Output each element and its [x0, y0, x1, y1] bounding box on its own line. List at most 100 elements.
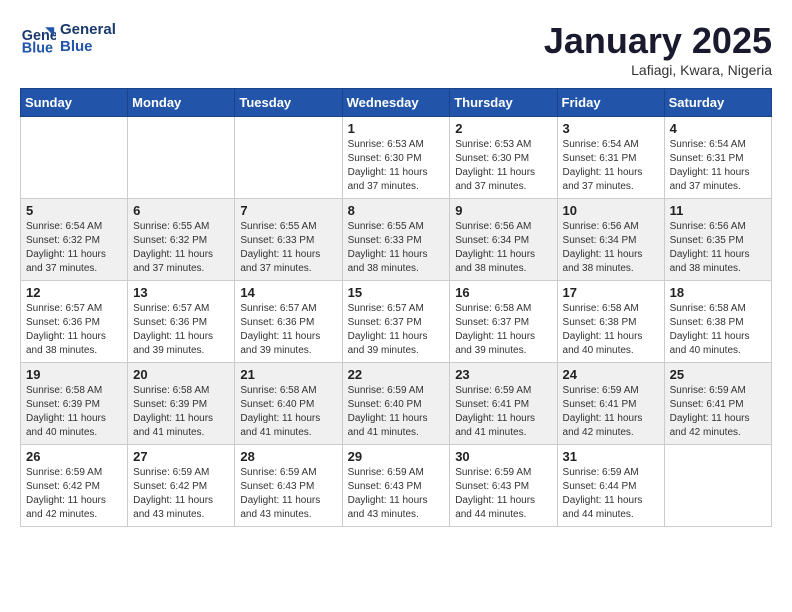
- day-number: 26: [26, 449, 122, 464]
- calendar-cell: 10 Sunrise: 6:56 AM Sunset: 6:34 PM Dayli…: [557, 199, 664, 281]
- weekday-header-sunday: Sunday: [21, 89, 128, 117]
- day-number: 30: [455, 449, 551, 464]
- day-info: Sunrise: 6:59 AM Sunset: 6:41 PM Dayligh…: [455, 384, 551, 440]
- day-info: Sunrise: 6:59 AM Sunset: 6:42 PM Dayligh…: [133, 466, 229, 522]
- calendar-cell: 11 Sunrise: 6:56 AM Sunset: 6:35 PM Dayli…: [664, 199, 771, 281]
- day-info: Sunrise: 6:56 AM Sunset: 6:35 PM Dayligh…: [670, 220, 766, 276]
- day-info: Sunrise: 6:58 AM Sunset: 6:37 PM Dayligh…: [455, 302, 551, 358]
- day-number: 8: [348, 203, 445, 218]
- day-number: 31: [563, 449, 659, 464]
- day-number: 24: [563, 367, 659, 382]
- calendar-cell: 2 Sunrise: 6:53 AM Sunset: 6:30 PM Daylig…: [450, 117, 557, 199]
- day-number: 17: [563, 285, 659, 300]
- day-number: 23: [455, 367, 551, 382]
- calendar-cell: 22Sunrise: 6:59 AM Sunset: 6:40 PM Dayli…: [342, 363, 450, 445]
- day-number: 1: [348, 121, 445, 136]
- day-number: 5: [26, 203, 122, 218]
- day-number: 21: [240, 367, 336, 382]
- calendar-cell: 8 Sunrise: 6:55 AM Sunset: 6:33 PM Daylig…: [342, 199, 450, 281]
- day-number: 4: [670, 121, 766, 136]
- day-info: Sunrise: 6:59 AM Sunset: 6:43 PM Dayligh…: [348, 466, 445, 522]
- calendar-cell: 25 Sunrise: 6:59 AM Sunset: 6:41 PM Dayli…: [664, 363, 771, 445]
- day-number: 3: [563, 121, 659, 136]
- day-number: 18: [670, 285, 766, 300]
- day-info: Sunrise: 6:59 AM Sunset: 6:43 PM Dayligh…: [240, 466, 336, 522]
- day-info: Sunrise: 6:54 AM Sunset: 6:31 PM Dayligh…: [670, 138, 766, 194]
- logo: General Blue General Blue: [20, 20, 116, 56]
- day-info: Sunrise: 6:53 AM Sunset: 6:30 PM Dayligh…: [455, 138, 551, 194]
- calendar-cell: 12 Sunrise: 6:57 AM Sunset: 6:36 PM Dayli…: [21, 281, 128, 363]
- calendar-cell: 19 Sunrise: 6:58 AM Sunset: 6:39 PM Dayli…: [21, 363, 128, 445]
- location-subtitle: Lafiagi, Kwara, Nigeria: [544, 62, 772, 78]
- day-info: Sunrise: 6:55 AM Sunset: 6:33 PM Dayligh…: [348, 220, 445, 276]
- calendar-cell: 14 Sunrise: 6:57 AM Sunset: 6:36 PM Dayli…: [235, 281, 342, 363]
- logo-blue: Blue: [60, 38, 116, 55]
- day-info: Sunrise: 6:56 AM Sunset: 6:34 PM Dayligh…: [563, 220, 659, 276]
- day-info: Sunrise: 6:59 AM Sunset: 6:41 PM Dayligh…: [670, 384, 766, 440]
- day-number: 28: [240, 449, 336, 464]
- day-info: Sunrise: 6:57 AM Sunset: 6:36 PM Dayligh…: [240, 302, 336, 358]
- calendar-cell: 23 Sunrise: 6:59 AM Sunset: 6:41 PM Dayli…: [450, 363, 557, 445]
- weekday-header-monday: Monday: [128, 89, 235, 117]
- logo-icon: General Blue: [20, 20, 56, 56]
- calendar-table: SundayMondayTuesdayWednesdayThursdayFrid…: [20, 88, 772, 527]
- calendar-cell: 18Sunrise: 6:58 AM Sunset: 6:38 PM Dayli…: [664, 281, 771, 363]
- day-info: Sunrise: 6:55 AM Sunset: 6:33 PM Dayligh…: [240, 220, 336, 276]
- calendar-cell: [21, 117, 128, 199]
- day-number: 29: [348, 449, 445, 464]
- day-info: Sunrise: 6:57 AM Sunset: 6:37 PM Dayligh…: [348, 302, 445, 358]
- day-number: 10: [563, 203, 659, 218]
- calendar-cell: 21 Sunrise: 6:58 AM Sunset: 6:40 PM Dayli…: [235, 363, 342, 445]
- calendar-week-row: 19 Sunrise: 6:58 AM Sunset: 6:39 PM Dayli…: [21, 363, 772, 445]
- calendar-cell: 6Sunrise: 6:55 AM Sunset: 6:32 PM Daylig…: [128, 199, 235, 281]
- weekday-header-saturday: Saturday: [664, 89, 771, 117]
- day-info: Sunrise: 6:54 AM Sunset: 6:32 PM Dayligh…: [26, 220, 122, 276]
- calendar-week-row: 12 Sunrise: 6:57 AM Sunset: 6:36 PM Dayli…: [21, 281, 772, 363]
- calendar-cell: 27 Sunrise: 6:59 AM Sunset: 6:42 PM Dayli…: [128, 445, 235, 527]
- calendar-cell: [664, 445, 771, 527]
- calendar-header-row: SundayMondayTuesdayWednesdayThursdayFrid…: [21, 89, 772, 117]
- day-number: 19: [26, 367, 122, 382]
- day-number: 20: [133, 367, 229, 382]
- weekday-header-thursday: Thursday: [450, 89, 557, 117]
- day-number: 2: [455, 121, 551, 136]
- day-info: Sunrise: 6:55 AM Sunset: 6:32 PM Dayligh…: [133, 220, 229, 276]
- calendar-cell: 1 Sunrise: 6:53 AM Sunset: 6:30 PM Daylig…: [342, 117, 450, 199]
- month-title: January 2025: [544, 20, 772, 62]
- day-info: Sunrise: 6:58 AM Sunset: 6:39 PM Dayligh…: [133, 384, 229, 440]
- day-info: Sunrise: 6:54 AM Sunset: 6:31 PM Dayligh…: [563, 138, 659, 194]
- weekday-header-friday: Friday: [557, 89, 664, 117]
- calendar-cell: 15Sunrise: 6:57 AM Sunset: 6:37 PM Dayli…: [342, 281, 450, 363]
- day-number: 14: [240, 285, 336, 300]
- day-info: Sunrise: 6:59 AM Sunset: 6:43 PM Dayligh…: [455, 466, 551, 522]
- day-number: 13: [133, 285, 229, 300]
- title-block: January 2025 Lafiagi, Kwara, Nigeria: [544, 20, 772, 78]
- calendar-cell: 7Sunrise: 6:55 AM Sunset: 6:33 PM Daylig…: [235, 199, 342, 281]
- calendar-week-row: 5 Sunrise: 6:54 AM Sunset: 6:32 PM Daylig…: [21, 199, 772, 281]
- logo-general: General: [60, 21, 116, 38]
- day-info: Sunrise: 6:53 AM Sunset: 6:30 PM Dayligh…: [348, 138, 445, 194]
- weekday-header-wednesday: Wednesday: [342, 89, 450, 117]
- day-info: Sunrise: 6:59 AM Sunset: 6:42 PM Dayligh…: [26, 466, 122, 522]
- svg-text:Blue: Blue: [22, 40, 53, 56]
- calendar-week-row: 1 Sunrise: 6:53 AM Sunset: 6:30 PM Daylig…: [21, 117, 772, 199]
- day-info: Sunrise: 6:59 AM Sunset: 6:40 PM Dayligh…: [348, 384, 445, 440]
- calendar-cell: 31Sunrise: 6:59 AM Sunset: 6:44 PM Dayli…: [557, 445, 664, 527]
- day-number: 25: [670, 367, 766, 382]
- calendar-cell: 16Sunrise: 6:58 AM Sunset: 6:37 PM Dayli…: [450, 281, 557, 363]
- weekday-header-tuesday: Tuesday: [235, 89, 342, 117]
- calendar-cell: 3 Sunrise: 6:54 AM Sunset: 6:31 PM Daylig…: [557, 117, 664, 199]
- calendar-cell: 26 Sunrise: 6:59 AM Sunset: 6:42 PM Dayli…: [21, 445, 128, 527]
- day-info: Sunrise: 6:58 AM Sunset: 6:38 PM Dayligh…: [563, 302, 659, 358]
- day-number: 27: [133, 449, 229, 464]
- day-number: 11: [670, 203, 766, 218]
- day-info: Sunrise: 6:58 AM Sunset: 6:39 PM Dayligh…: [26, 384, 122, 440]
- calendar-cell: 30 Sunrise: 6:59 AM Sunset: 6:43 PM Dayli…: [450, 445, 557, 527]
- calendar-cell: [128, 117, 235, 199]
- day-info: Sunrise: 6:57 AM Sunset: 6:36 PM Dayligh…: [26, 302, 122, 358]
- day-info: Sunrise: 6:57 AM Sunset: 6:36 PM Dayligh…: [133, 302, 229, 358]
- day-info: Sunrise: 6:58 AM Sunset: 6:40 PM Dayligh…: [240, 384, 336, 440]
- calendar-cell: 13 Sunrise: 6:57 AM Sunset: 6:36 PM Dayli…: [128, 281, 235, 363]
- calendar-cell: [235, 117, 342, 199]
- day-number: 12: [26, 285, 122, 300]
